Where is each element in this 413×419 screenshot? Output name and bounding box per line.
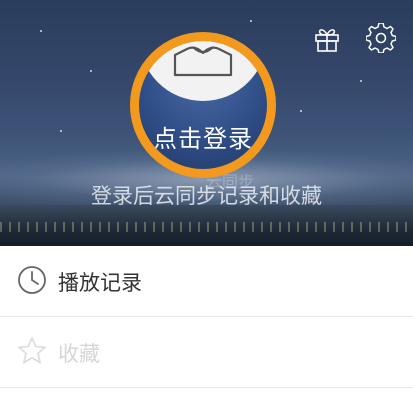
login-avatar-button[interactable]: 点击登录	[130, 32, 276, 178]
login-label[interactable]: 点击登录	[139, 119, 267, 154]
menu-item-favorites[interactable]: 收藏	[0, 317, 413, 388]
menu-item-label: 播放记录	[58, 271, 142, 295]
background-star	[40, 30, 42, 32]
header-background-city-lights	[0, 222, 413, 232]
gift-icon[interactable]	[312, 24, 342, 54]
background-star	[90, 70, 92, 72]
profile-header: 云同步 登录后云同步记录和收藏 点击登录	[0, 0, 413, 246]
star-icon	[18, 337, 46, 364]
gear-icon[interactable]	[366, 23, 396, 53]
background-star	[60, 130, 62, 132]
person-icon	[173, 46, 233, 77]
menu-list: 播放记录 收藏	[0, 246, 413, 388]
clock-icon	[18, 266, 46, 294]
sync-hint-text: 登录后云同步记录和收藏	[91, 184, 322, 208]
background-star	[250, 20, 252, 22]
menu-item-label: 收藏	[58, 342, 100, 366]
background-star	[360, 80, 362, 82]
menu-item-play-history[interactable]: 播放记录	[0, 246, 413, 317]
background-star	[300, 110, 302, 112]
